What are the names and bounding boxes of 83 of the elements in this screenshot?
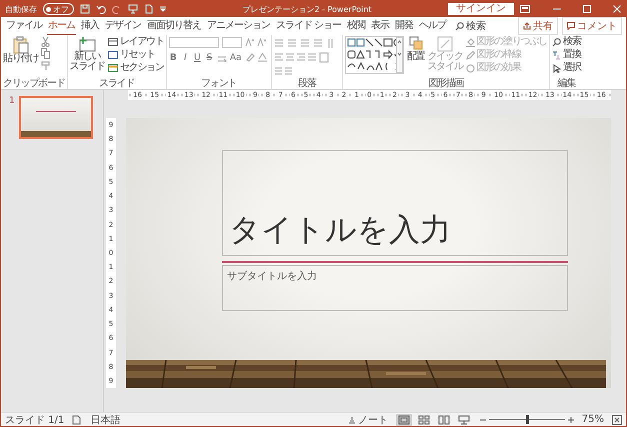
notes-icon <box>348 416 356 424</box>
ribbon-tab[interactable]: ファイル <box>5 16 43 36</box>
ribbon-tab[interactable]: 挿入 <box>80 16 100 36</box>
gallery-scroll-icon[interactable] <box>396 37 403 73</box>
shape-gallery[interactable] <box>344 36 404 74</box>
slide-counter: スライド 1/1 <box>5 414 64 426</box>
fit-to-window-icon[interactable] <box>612 414 622 424</box>
group-label: 編集 <box>556 78 577 89</box>
find-button[interactable]: 検索 <box>552 36 581 48</box>
slide-thumbnail[interactable] <box>18 96 93 139</box>
ribbon-display-icon[interactable] <box>520 5 530 13</box>
format-painter-icon[interactable] <box>41 60 50 71</box>
format-button[interactable]: B <box>168 52 178 62</box>
autosave-toggle[interactable]: オフ <box>43 3 74 15</box>
document-icon[interactable] <box>144 4 154 14</box>
view-button[interactable] <box>416 414 432 426</box>
slide-number: 1 <box>9 96 15 106</box>
zoom-out-icon[interactable] <box>480 416 486 422</box>
cursor-icon <box>552 64 562 72</box>
presentation-icon[interactable] <box>128 4 138 14</box>
ribbon-tab[interactable]: 校閲 <box>346 16 366 36</box>
font-name-field[interactable] <box>168 37 219 48</box>
ribbon-tab[interactable]: 画面切り替え <box>146 16 202 36</box>
select-button[interactable]: 選択 <box>552 62 581 74</box>
pencil-icon <box>466 50 475 60</box>
layout-button[interactable]: レイアウト <box>108 36 164 48</box>
zoom-level[interactable]: 75% <box>582 414 604 425</box>
close-icon[interactable] <box>612 5 622 13</box>
quick-styles-icon <box>437 36 454 52</box>
font-color-icon[interactable] <box>258 53 266 62</box>
format-button[interactable]: U <box>192 52 202 62</box>
group-label: フォント <box>200 78 238 89</box>
notes-button[interactable]: ノート <box>348 412 388 426</box>
paste-button[interactable]: 貼り付け <box>3 36 38 64</box>
share-button[interactable]: 共有 <box>518 17 558 35</box>
font-size-field[interactable] <box>222 37 242 48</box>
ribbon-tab[interactable]: アニメーション <box>206 16 271 36</box>
zoom-in-icon[interactable] <box>568 416 574 422</box>
window-title: プレゼンテーション2 - PowerPoint <box>241 4 373 14</box>
section-icon <box>108 64 118 72</box>
ribbon-tab[interactable]: デザイン <box>104 16 142 36</box>
save-icon[interactable] <box>80 4 90 14</box>
ribbon-tab[interactable]: ヘルプ <box>418 16 448 36</box>
new-slide-button[interactable]: 新しい スライド <box>70 36 105 72</box>
section-button[interactable]: セクション <box>108 62 164 74</box>
group-label: 図形描画 <box>427 78 466 89</box>
replace-icon <box>552 50 562 60</box>
maximize-icon[interactable] <box>582 5 592 13</box>
group-label: クリップボード <box>3 78 65 89</box>
sign-in-button[interactable]: サインイン <box>448 3 514 15</box>
reset-icon <box>108 51 118 59</box>
title-placeholder[interactable]: タイトルを入力 <box>222 150 568 256</box>
copy-icon[interactable] <box>41 48 50 59</box>
view-button[interactable] <box>396 414 412 426</box>
tell-me-search[interactable]: 検索 <box>455 19 486 33</box>
language-indicator[interactable]: 日本語 <box>90 412 120 426</box>
ribbon-tab[interactable]: 開発 <box>394 16 414 36</box>
arrange-button[interactable]: 配置 <box>406 36 424 62</box>
shapes-drawing <box>346 37 396 73</box>
reset-button[interactable]: リセット <box>108 49 164 61</box>
group-label: スライド <box>98 78 136 89</box>
customize-icon[interactable] <box>160 6 166 12</box>
share-icon <box>523 22 531 30</box>
subtitle-placeholder[interactable]: サブタイトルを入力 <box>222 265 568 311</box>
redo-icon[interactable] <box>112 4 122 14</box>
comment-icon <box>567 22 575 30</box>
ribbon-tab[interactable]: スライド ショー <box>275 16 342 36</box>
cut-icon[interactable] <box>41 36 50 47</box>
format-button[interactable]: I <box>180 52 190 62</box>
comments-button[interactable]: コメント <box>562 17 622 35</box>
ribbon-tab[interactable]: 表示 <box>370 16 390 36</box>
replace-button[interactable]: 置換 <box>552 49 581 61</box>
format-button[interactable]: S <box>204 52 214 62</box>
layout-icon <box>108 38 118 46</box>
effects-icon <box>466 64 475 72</box>
view-button[interactable] <box>456 414 472 426</box>
undo-icon[interactable] <box>96 4 106 14</box>
autosave-label: 自動保存 <box>5 4 37 14</box>
view-button[interactable] <box>436 414 452 426</box>
group-label: 段落 <box>297 78 318 89</box>
search-icon <box>552 38 562 46</box>
search-icon <box>455 22 464 30</box>
change-case-button[interactable]: Aa <box>230 52 242 62</box>
